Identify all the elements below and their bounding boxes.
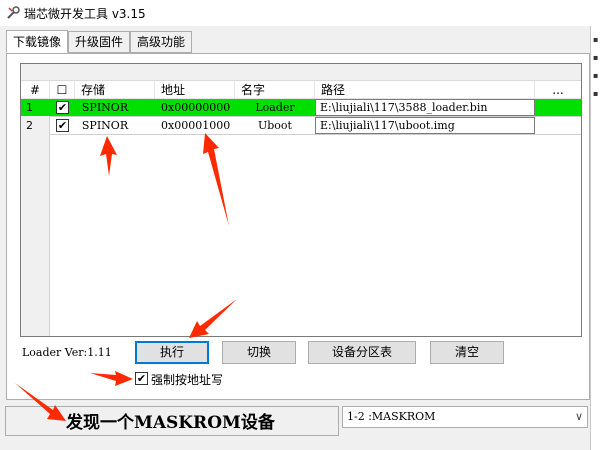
row-path[interactable]: E:\liujiali\117\uboot.img (315, 117, 535, 134)
partition-table[interactable]: # ☐ 存储 地址 名字 路径 ... 1 ✔ SPINOR 0x0000000… (20, 63, 582, 337)
table-row[interactable]: 1 ✔ SPINOR 0x00000000 Loader E:\liujiali… (21, 99, 581, 116)
row-storage[interactable]: SPINOR (75, 99, 135, 116)
rockchip-dev-tool-window: 瑞芯微开发工具 v3.15 下载镜像 升级固件 高级功能 # ☐ 存储 地址 名… (0, 0, 601, 450)
table-row[interactable]: 2 ✔ SPINOR 0x00001000 Uboot E:\liujiali\… (21, 117, 581, 134)
tab-upgrade-firmware[interactable]: 升级固件 (68, 31, 130, 53)
column-header-storage[interactable]: 存储 (75, 81, 155, 99)
row-address[interactable]: 0x00001000 (157, 117, 235, 134)
force-address-checkbox[interactable]: ✔ (135, 372, 148, 385)
tab-advanced-functions[interactable]: 高级功能 (130, 31, 192, 53)
clear-button[interactable]: 清空 (430, 341, 504, 364)
switch-button[interactable]: 切换 (222, 341, 296, 364)
row-name[interactable]: Loader (235, 99, 315, 116)
device-select[interactable]: 1-2 :MASKROM ∨ (342, 406, 588, 428)
column-header-address[interactable]: 地址 (155, 81, 235, 99)
title-bar: 瑞芯微开发工具 v3.15 (0, 0, 601, 26)
row-checkbox[interactable]: ✔ (56, 101, 69, 114)
row-name[interactable]: Uboot (235, 117, 315, 134)
chevron-down-icon[interactable]: ∨ (575, 407, 583, 427)
row-index: 2 (26, 119, 33, 132)
loader-version-label: Loader Ver:1.11 (22, 346, 112, 359)
execute-button[interactable]: 执行 (135, 341, 209, 364)
force-address-label[interactable]: 强制按地址写 (151, 371, 223, 388)
device-partition-table-button[interactable]: 设备分区表 (308, 341, 416, 364)
row-index: 1 (26, 101, 33, 114)
status-message: 发现一个MASKROM设备 (66, 413, 275, 433)
column-header-name[interactable]: 名字 (235, 81, 315, 99)
column-header-index[interactable]: # (21, 81, 50, 99)
row-storage[interactable]: SPINOR (75, 117, 135, 134)
row-index-column (21, 99, 50, 336)
background-window-edge: ▪ ▪ ▪ ▪ (590, 26, 601, 450)
row-checkbox[interactable]: ✔ (56, 119, 69, 132)
tab-download-image[interactable]: 下载镜像 (6, 30, 68, 53)
column-header-checkbox[interactable]: ☐ (50, 81, 75, 99)
table-top-strip (21, 64, 581, 81)
row-path[interactable]: E:\liujiali\117\3588_loader.bin (315, 99, 535, 116)
column-header-path[interactable]: 路径 (315, 81, 535, 99)
column-header-more[interactable]: ... (535, 81, 581, 99)
wrench-icon (7, 6, 20, 19)
window-title: 瑞芯微开发工具 v3.15 (24, 7, 146, 21)
table-header: # ☐ 存储 地址 名字 路径 ... (21, 81, 581, 99)
row-address[interactable]: 0x00000000 (157, 99, 235, 116)
device-select-value: 1-2 :MASKROM (347, 410, 436, 423)
row-divider (50, 134, 581, 135)
